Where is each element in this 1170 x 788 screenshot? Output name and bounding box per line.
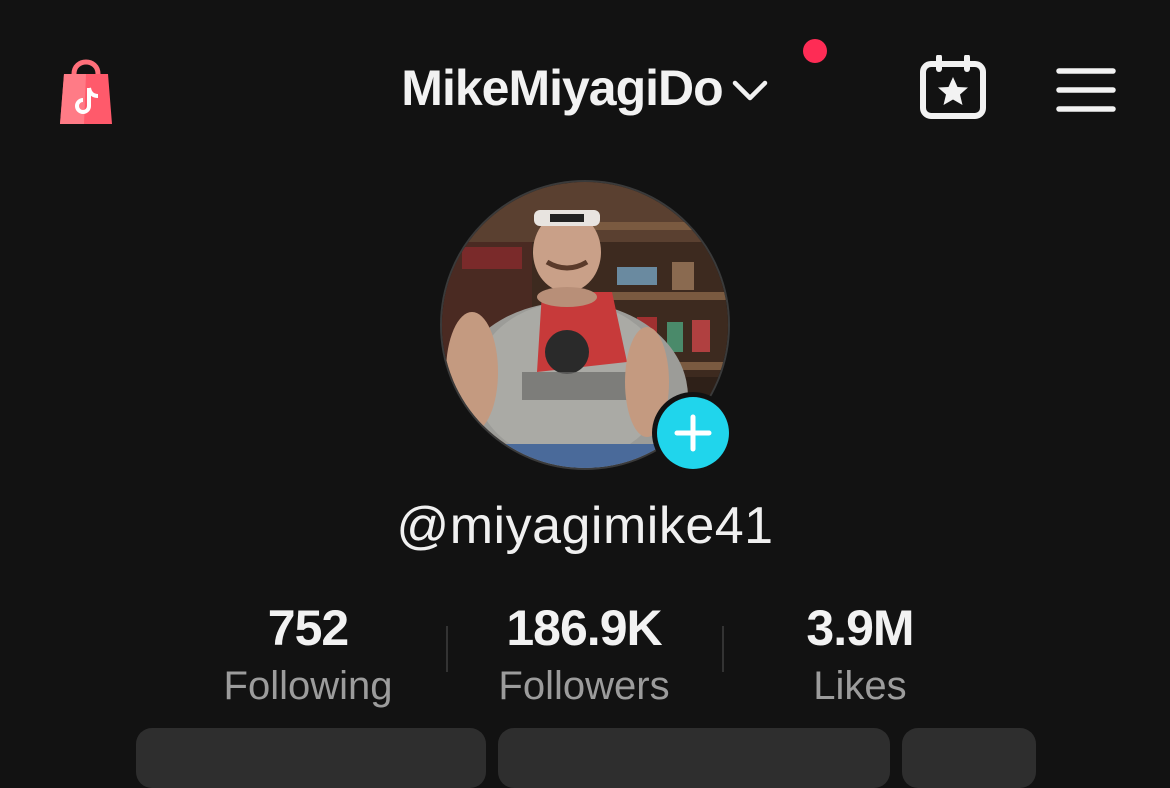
notification-dot [803, 39, 827, 63]
stat-divider [722, 626, 724, 672]
stat-following[interactable]: 752 Following [178, 598, 438, 712]
account-switcher[interactable]: MikeMiyagiDo [330, 58, 840, 118]
stat-label: Following [223, 664, 393, 708]
stat-value: 186.9K [506, 600, 662, 656]
stat-divider [446, 626, 448, 672]
stat-value: 752 [267, 600, 349, 656]
share-profile-button[interactable] [498, 728, 890, 788]
account-name: MikeMiyagiDo [401, 60, 723, 116]
stat-label: Likes [813, 664, 907, 708]
menu-icon[interactable] [1056, 66, 1116, 114]
stat-label: Followers [498, 664, 670, 708]
profile-username: @miyagimike41 [396, 497, 774, 555]
add-profile-photo-button[interactable] [652, 392, 734, 474]
stat-value: 3.9M [806, 600, 914, 656]
add-friend-button[interactable] [902, 728, 1036, 788]
calendar-star-icon[interactable] [918, 54, 990, 123]
plus-icon [657, 397, 729, 469]
shop-icon[interactable] [58, 52, 114, 128]
stat-followers[interactable]: 186.9K Followers [454, 598, 714, 712]
edit-profile-button[interactable] [136, 728, 486, 788]
stat-likes[interactable]: 3.9M Likes [730, 598, 990, 712]
chevron-down-icon [731, 79, 769, 103]
